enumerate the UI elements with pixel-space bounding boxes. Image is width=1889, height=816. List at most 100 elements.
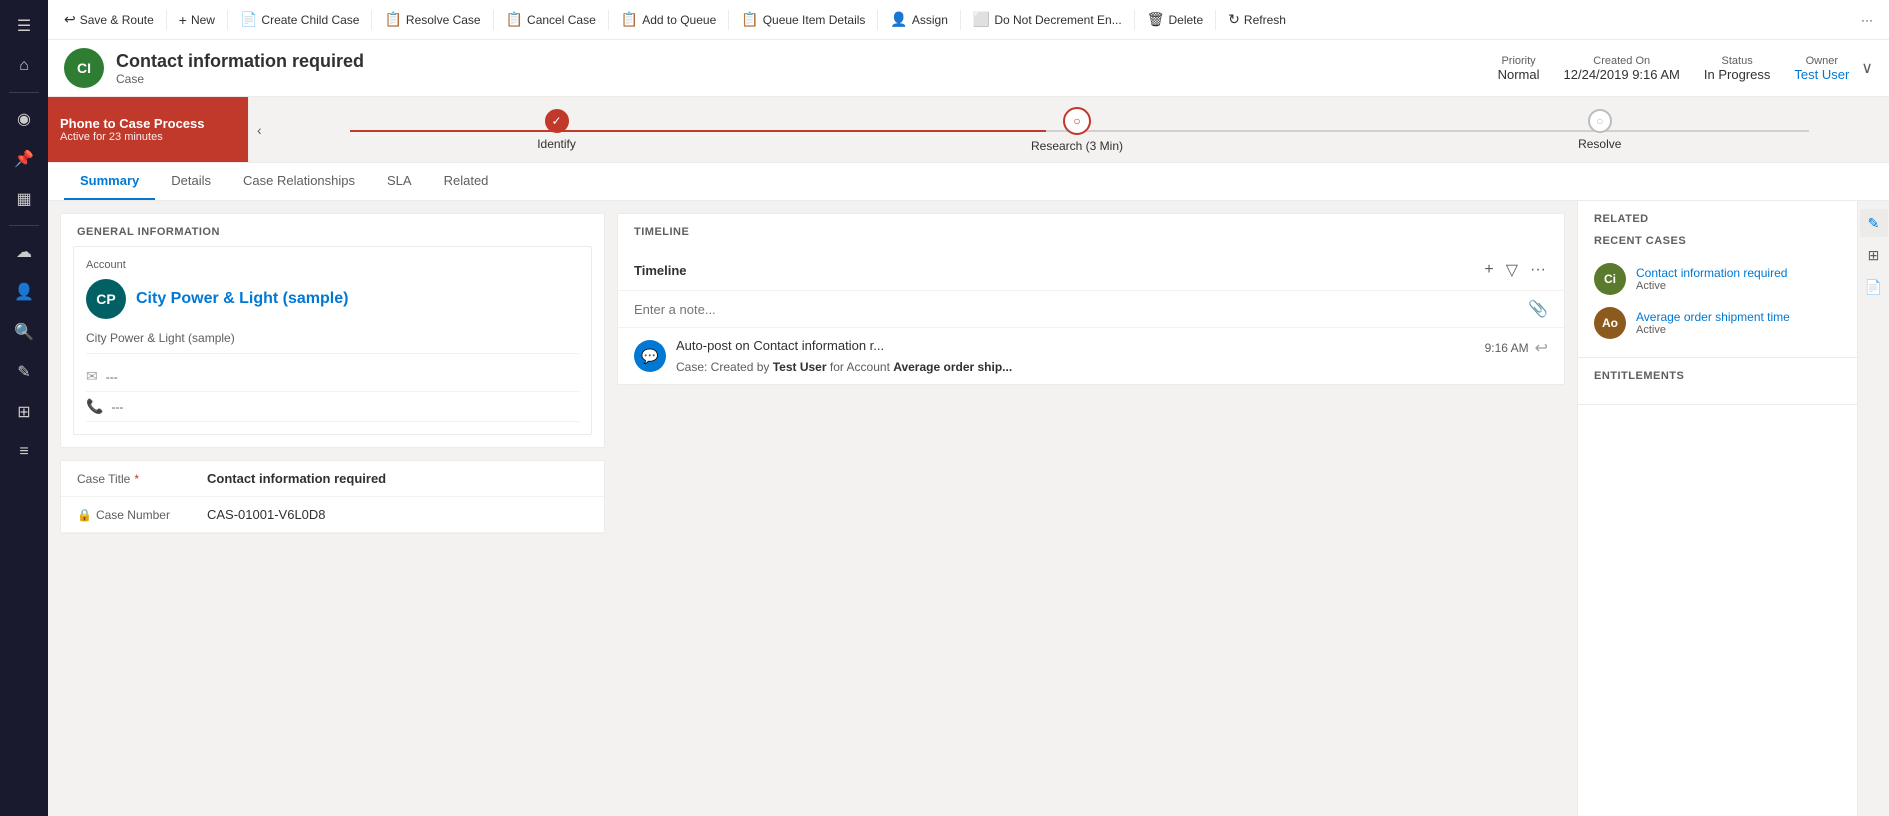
recent-case-title-1[interactable]: Average order shipment time	[1636, 310, 1841, 324]
timeline-item-content: Auto-post on Contact information r... 9:…	[676, 338, 1548, 374]
process-collapse-button[interactable]: ‹	[248, 97, 270, 162]
owner-value[interactable]: Test User	[1794, 67, 1849, 82]
tabs-bar: Summary Details Case Relationships SLA R…	[48, 163, 1889, 201]
case-number-value: CAS-01001-V6L0D8	[207, 507, 326, 522]
timeline-attachment-icon: 📎	[1528, 299, 1548, 319]
cancel-case-icon: 📋	[506, 11, 523, 28]
more-options-button[interactable]: ···	[1853, 9, 1881, 31]
recent-case-status-1: Active	[1636, 324, 1841, 336]
left-navigation: ☰ ⌂ ◉ 📌 ▦ ☁ 👤 🔍 ✎ ⊞ ≡	[0, 0, 48, 816]
stage-identify-circle: ✓	[545, 109, 569, 133]
header-expand-chevron[interactable]: ∨	[1861, 58, 1873, 78]
stage-identify[interactable]: ✓ Identify	[537, 109, 576, 151]
cancel-case-button[interactable]: 📋 Cancel Case	[498, 7, 604, 32]
main-content: ↩ Save & Route + New 📄 Create Child Case…	[48, 0, 1889, 816]
stage-resolve-label: Resolve	[1578, 137, 1621, 151]
toolbar-separator-2	[227, 10, 228, 30]
body-area: GENERAL INFORMATION Account CP City Powe…	[48, 201, 1889, 816]
delete-icon: 🗑	[1147, 11, 1165, 28]
assign-button[interactable]: 👤 Assign	[882, 7, 955, 32]
timeline-filter-button[interactable]: ▽	[1504, 258, 1520, 282]
tab-summary[interactable]: Summary	[64, 163, 155, 200]
create-child-case-button[interactable]: 📄 Create Child Case	[232, 7, 367, 32]
nav-list-icon[interactable]: ≡	[6, 434, 42, 470]
tab-case-relationships[interactable]: Case Relationships	[227, 163, 371, 200]
save-route-button[interactable]: ↩ Save & Route	[56, 7, 162, 32]
account-name[interactable]: City Power & Light (sample)	[136, 290, 348, 308]
nav-pinned-icon[interactable]: 📌	[6, 141, 42, 177]
header-meta: Priority Normal Created On 12/24/2019 9:…	[1498, 55, 1850, 82]
nav-grid-icon[interactable]: ⊞	[6, 394, 42, 430]
recent-case-status-0: Active	[1636, 280, 1841, 292]
new-button[interactable]: + New	[171, 8, 223, 32]
assign-icon: 👤	[890, 11, 907, 28]
add-to-queue-button[interactable]: 📋 Add to Queue	[613, 7, 725, 32]
toolbar-separator-3	[371, 10, 372, 30]
timeline-more-button[interactable]: ···	[1528, 258, 1548, 282]
timeline-add-button[interactable]: +	[1482, 258, 1495, 282]
process-label[interactable]: Phone to Case Process Active for 23 minu…	[48, 97, 248, 162]
delete-button[interactable]: 🗑 Delete	[1139, 7, 1211, 32]
general-info-card: GENERAL INFORMATION Account CP City Powe…	[60, 213, 605, 448]
priority-label: Priority	[1498, 55, 1540, 67]
account-phone-field: 📞 ---	[86, 392, 579, 422]
tab-sla[interactable]: SLA	[371, 163, 428, 200]
toolbar-separator-8	[960, 10, 961, 30]
tool-doc-button[interactable]: 📄	[1860, 273, 1888, 301]
nav-search-icon[interactable]: 🔍	[6, 314, 42, 350]
nav-pen-icon[interactable]: ✎	[6, 354, 42, 390]
case-number-label: 🔒 Case Number	[77, 508, 207, 522]
nav-recent-icon[interactable]: ◉	[6, 101, 42, 137]
stage-resolve[interactable]: ○ Resolve	[1578, 109, 1621, 151]
process-title: Phone to Case Process	[60, 116, 236, 131]
tab-related[interactable]: Related	[428, 163, 505, 200]
account-sub-name: City Power & Light (sample)	[86, 331, 579, 354]
recent-case-avatar-1: Ao	[1594, 307, 1626, 339]
nav-menu-icon[interactable]: ☰	[6, 8, 42, 44]
toolbar-separator-6	[728, 10, 729, 30]
tool-edit-button[interactable]: ✎	[1860, 209, 1888, 237]
timeline-item-time: 9:16 AM	[1485, 341, 1529, 355]
meta-status: Status In Progress	[1704, 55, 1770, 82]
timeline-actions: + ▽ ···	[1482, 258, 1548, 282]
do-not-decrement-button[interactable]: ⬜ Do Not Decrement En...	[965, 7, 1130, 32]
resolve-case-button[interactable]: 📋 Resolve Case	[376, 7, 488, 32]
toolbar: ↩ Save & Route + New 📄 Create Child Case…	[48, 0, 1889, 40]
case-title-label: Case Title *	[77, 472, 207, 486]
tab-details[interactable]: Details	[155, 163, 227, 200]
create-child-icon: 📄	[240, 11, 257, 28]
recent-case-item-0[interactable]: Ci Contact information required Active	[1594, 257, 1841, 301]
record-title-area: Contact information required Case	[116, 51, 1486, 86]
entitlements-title: ENTITLEMENTS	[1594, 370, 1841, 382]
add-queue-icon: 📋	[621, 11, 638, 28]
new-icon: +	[179, 12, 187, 28]
record-header: CI Contact information required Case Pri…	[48, 40, 1889, 97]
timeline-item-header: Auto-post on Contact information r... 9:…	[676, 338, 1548, 358]
timeline-note-input[interactable]	[634, 302, 1520, 317]
recent-case-item-1[interactable]: Ao Average order shipment time Active	[1594, 301, 1841, 345]
queue-item-details-button[interactable]: 📋 Queue Item Details	[733, 7, 873, 32]
stage-resolve-circle: ○	[1588, 109, 1612, 133]
tool-grid-button[interactable]: ⊞	[1860, 241, 1888, 269]
nav-home-icon[interactable]: ⌂	[6, 48, 42, 84]
case-fields-card: Case Title * Contact information require…	[60, 460, 605, 534]
stage-research[interactable]: ○ Research (3 Min)	[1031, 107, 1123, 153]
queue-details-icon: 📋	[741, 11, 758, 28]
right-sidebar: RELATED RECENT CASES Ci Contact informat…	[1577, 201, 1857, 816]
account-section: Account CP City Power & Light (sample) C…	[61, 246, 604, 447]
meta-priority: Priority Normal	[1498, 55, 1540, 82]
timeline-reply-button[interactable]: ↩	[1535, 338, 1548, 358]
meta-owner[interactable]: Owner Test User	[1794, 55, 1849, 82]
case-title-row: Case Title * Contact information require…	[61, 461, 604, 497]
nav-apps-icon[interactable]: ▦	[6, 181, 42, 217]
nav-cloud-icon[interactable]: ☁	[6, 234, 42, 270]
toolbar-separator-1	[166, 10, 167, 30]
recent-case-avatar-0: Ci	[1594, 263, 1626, 295]
account-avatar: CP	[86, 279, 126, 319]
more-options-icon: ···	[1861, 13, 1873, 27]
status-label: Status	[1704, 55, 1770, 67]
nav-people-icon[interactable]: 👤	[6, 274, 42, 310]
refresh-button[interactable]: ↻ Refresh	[1220, 7, 1294, 32]
recent-case-title-0[interactable]: Contact information required	[1636, 266, 1841, 280]
created-on-label: Created On	[1564, 55, 1680, 67]
